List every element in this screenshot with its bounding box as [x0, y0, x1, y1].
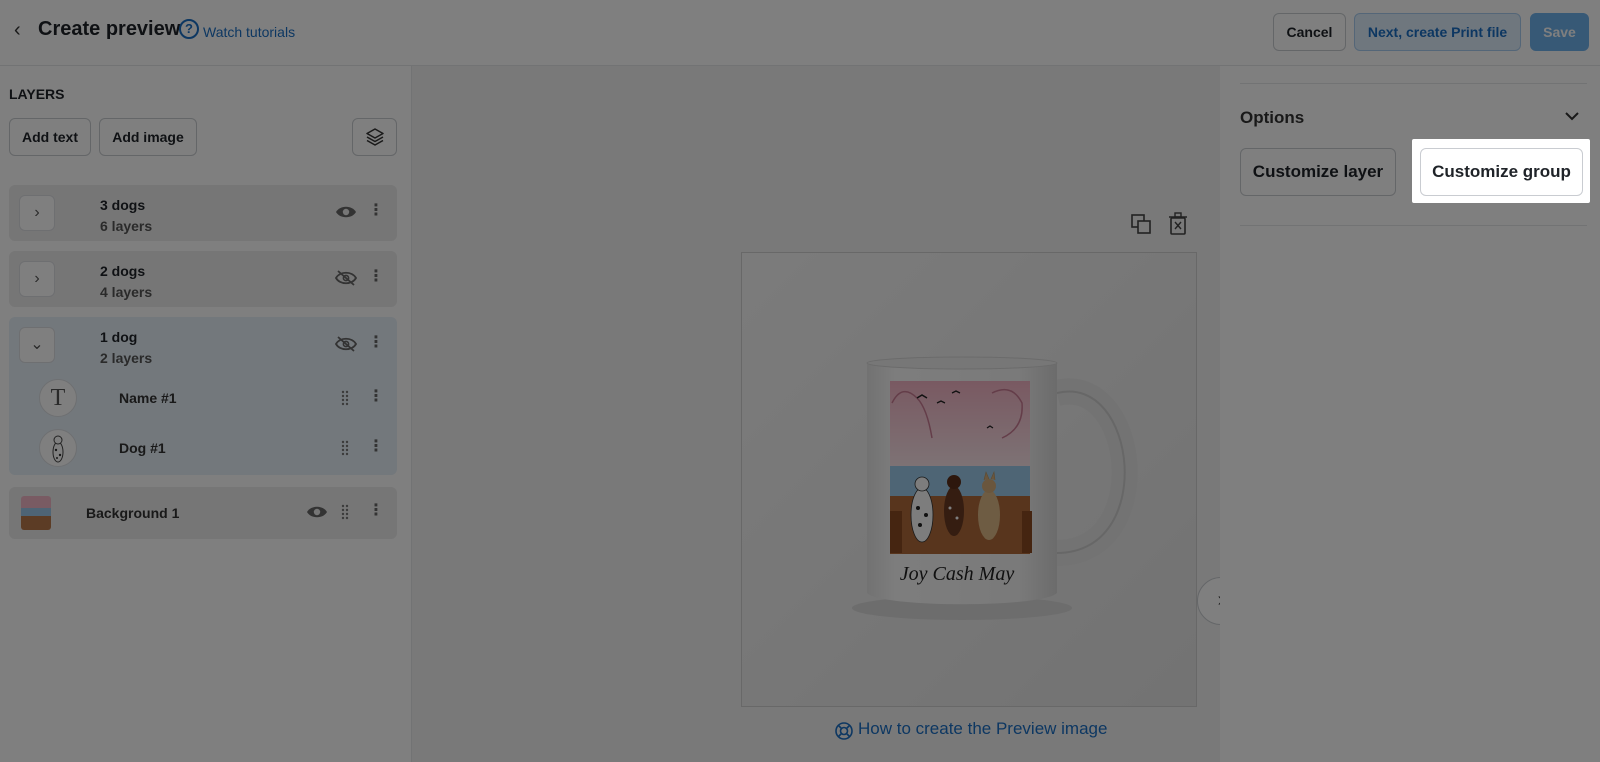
layer-group-2-dogs[interactable]: › 2 dogs 4 layers ⋮	[9, 251, 397, 307]
drag-handle-icon[interactable]	[340, 504, 350, 520]
mug-names-text: Joy Cash May	[900, 563, 1015, 585]
eye-off-icon[interactable]	[335, 336, 357, 352]
text-layer-icon: T	[39, 379, 77, 417]
layer-item-background-1[interactable]: Background 1 ⋮	[9, 487, 397, 539]
group-name: 3 dogs	[100, 197, 146, 213]
chevron-down-icon[interactable]	[1562, 106, 1582, 126]
layer-name: Background 1	[86, 505, 180, 521]
drag-handle-icon[interactable]	[340, 390, 350, 406]
divider	[1240, 225, 1587, 226]
layers-stack-button[interactable]	[352, 118, 397, 156]
more-options-icon[interactable]: ⋮	[368, 269, 384, 286]
add-image-button[interactable]: Add image	[99, 118, 197, 156]
back-arrow-icon[interactable]: ‹	[14, 18, 34, 42]
divider	[1240, 83, 1587, 84]
layer-name: Dog #1	[119, 440, 166, 456]
help-icon[interactable]: ?	[179, 19, 199, 39]
layer-item-dog-1[interactable]: Dog #1 ⋮	[9, 423, 397, 475]
layer-item-name-1[interactable]: T Name #1 ⋮	[9, 373, 397, 423]
watch-tutorials-link[interactable]: Watch tutorials	[203, 24, 295, 40]
customize-layer-button[interactable]: Customize layer	[1240, 148, 1396, 196]
options-heading: Options	[1240, 108, 1305, 127]
layers-stack-icon	[365, 128, 384, 146]
more-options-icon[interactable]: ⋮	[368, 335, 384, 352]
eye-icon[interactable]	[335, 204, 357, 220]
cancel-button[interactable]: Cancel	[1273, 13, 1346, 51]
save-button[interactable]: Save	[1530, 13, 1589, 51]
layer-group-1-dog[interactable]: ⌄ 1 dog 2 layers ⋮	[9, 317, 397, 373]
top-bar: ‹ Create preview ? Watch tutorials Cance…	[0, 0, 1600, 66]
layer-name: Name #1	[119, 390, 177, 406]
duplicate-icon[interactable]	[1130, 213, 1152, 235]
more-options-icon[interactable]: ⋮	[368, 503, 384, 520]
layer-group-3-dogs[interactable]: › 3 dogs 6 layers ⋮	[9, 185, 397, 241]
background-thumbnail	[21, 496, 51, 530]
options-panel: Options Customize layer Customize group	[1220, 66, 1600, 762]
more-options-icon[interactable]: ⋮	[368, 389, 384, 406]
group-name: 1 dog	[100, 329, 138, 345]
group-layer-count: 2 layers	[100, 350, 153, 366]
how-to-create-preview-link[interactable]: How to create the Preview image	[858, 719, 1107, 739]
lifebuoy-icon	[835, 722, 853, 740]
eye-off-icon[interactable]	[335, 270, 357, 286]
chevron-right-icon[interactable]: ›	[19, 261, 55, 297]
group-layer-count: 4 layers	[100, 284, 153, 300]
layers-panel: LAYERS Add text Add image › 3 dogs 6 lay…	[0, 66, 412, 762]
more-options-icon[interactable]: ⋮	[368, 203, 384, 220]
eye-icon[interactable]	[306, 504, 328, 520]
mug-preview-image[interactable]: Joy Cash May	[741, 252, 1197, 707]
next-create-print-file-button[interactable]: Next, create Print file	[1354, 13, 1521, 51]
group-name: 2 dogs	[100, 263, 146, 279]
add-text-button[interactable]: Add text	[9, 118, 91, 156]
layers-heading: LAYERS	[9, 86, 65, 102]
more-options-icon[interactable]: ⋮	[368, 439, 384, 456]
dog-image-thumbnail	[39, 429, 77, 467]
chevron-right-icon[interactable]: ›	[19, 195, 55, 231]
group-layer-count: 6 layers	[100, 218, 153, 234]
drag-handle-icon[interactable]	[340, 440, 350, 456]
page-title: Create preview	[38, 18, 181, 40]
customize-group-button[interactable]: Customize group	[1420, 148, 1583, 196]
delete-icon[interactable]	[1168, 212, 1188, 236]
chevron-down-icon[interactable]: ⌄	[19, 327, 55, 363]
